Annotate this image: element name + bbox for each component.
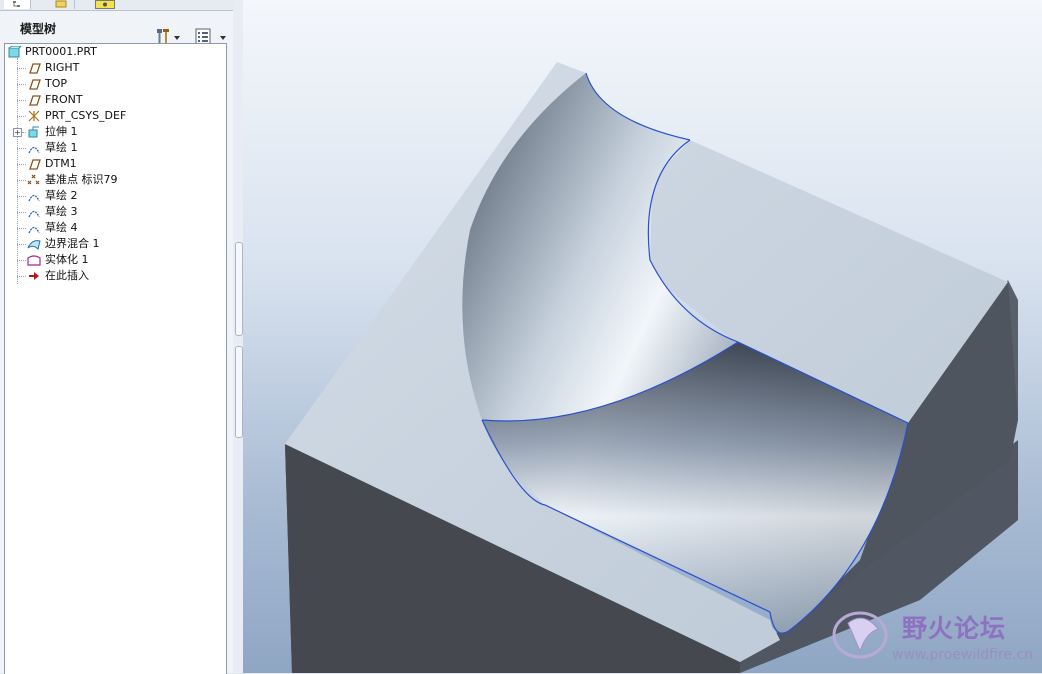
tree-connector: [17, 148, 26, 149]
tree-item-insert-here[interactable]: 在此插入: [5, 268, 225, 284]
part-icon: [8, 46, 22, 58]
tree-connector: [22, 132, 26, 133]
solidify-icon: [27, 255, 41, 266]
tree-item-sketch-1[interactable]: 草绘 1: [5, 140, 225, 156]
folder-icon: [55, 0, 67, 8]
tree-connector: [17, 276, 26, 277]
tree-item-label: DTM1: [45, 157, 77, 170]
tree-item-label: TOP: [45, 77, 68, 90]
tree-item-datum-point[interactable]: 基准点 标识79: [5, 172, 225, 188]
sketch-icon: [28, 210, 40, 218]
tab-model-tree[interactable]: [4, 0, 31, 9]
tree-item-dtm1[interactable]: DTM1: [5, 156, 225, 172]
tree-connector: [17, 228, 26, 229]
coordinate-system-icon: [28, 110, 40, 122]
boundary-blend-icon: [27, 240, 41, 250]
tree-item-front[interactable]: FRONT: [5, 92, 225, 108]
tree-item-right[interactable]: RIGHT: [5, 60, 225, 76]
tree-icon: [13, 1, 20, 7]
chevron-down-icon: [174, 36, 180, 40]
sketch-icon: [28, 226, 40, 234]
tree-connector: [17, 260, 26, 261]
expand-toggle[interactable]: +: [13, 128, 22, 137]
tree-item-label: 基准点 标识79: [45, 173, 118, 186]
panel-splitter[interactable]: [233, 0, 243, 673]
tree-connector: [17, 84, 26, 85]
navigator-tabs: [0, 0, 233, 11]
tree-connector: [17, 116, 26, 117]
splitter-grip[interactable]: [235, 346, 243, 438]
tree-item-label: 草绘 4: [45, 221, 78, 234]
model-tree: PRT0001.PRT RIGHT TOP FRONT PRT_CSYS_DEF…: [4, 43, 227, 674]
watermark-logo-icon: [832, 611, 888, 659]
tree-connector: [17, 244, 26, 245]
tree-item-label: PRT0001.PRT: [25, 45, 97, 58]
tree-item-label: 拉伸 1: [45, 125, 78, 138]
tree-item-boundary-blend[interactable]: 边界混合 1: [5, 236, 225, 252]
tree-item-label: 草绘 2: [45, 189, 78, 202]
splitter-grip[interactable]: [235, 242, 243, 336]
tree-item-top[interactable]: TOP: [5, 76, 225, 92]
sketch-icon: [28, 146, 40, 154]
tree-item-extrude[interactable]: + 拉伸 1: [5, 124, 225, 140]
tree-connector: [17, 180, 26, 181]
favorites-icon: [103, 2, 107, 7]
tab-favorites[interactable]: [95, 0, 115, 9]
tab-folder[interactable]: [48, 0, 75, 9]
tree-item-label: 草绘 3: [45, 205, 78, 218]
tree-item-sketch-3[interactable]: 草绘 3: [5, 204, 225, 220]
datum-plane-icon: [29, 95, 41, 106]
tree-item-label: RIGHT: [45, 61, 80, 74]
model-3d-view[interactable]: [243, 0, 1042, 673]
tree-item-label: 实体化 1: [45, 253, 89, 266]
graphics-viewport[interactable]: [243, 0, 1042, 673]
chevron-down-icon: [220, 36, 226, 40]
extrude-icon: [28, 126, 39, 138]
tree-connector: [17, 68, 26, 69]
insert-here-arrow-icon: [29, 272, 39, 280]
watermark-title: 野火论坛: [902, 614, 1007, 643]
datum-plane-icon: [29, 79, 41, 90]
watermark-url: www.proewildfire.cn: [892, 647, 1034, 663]
watermark: 野火论坛 www.proewildfire.cn: [830, 603, 1042, 669]
tree-item-csys[interactable]: PRT_CSYS_DEF: [5, 108, 225, 124]
tree-item-part[interactable]: PRT0001.PRT: [5, 44, 225, 60]
tree-header: 模型树: [0, 11, 233, 46]
datum-plane-icon: [29, 63, 41, 74]
tree-connector: [17, 100, 26, 101]
datum-plane-icon: [29, 159, 41, 170]
tree-item-label: 草绘 1: [45, 141, 78, 154]
tree-connector: [17, 164, 26, 165]
datum-point-icon: [27, 174, 40, 185]
tree-item-label: 在此插入: [45, 269, 89, 282]
tree-connector: [17, 196, 26, 197]
tree-item-label: FRONT: [45, 93, 83, 106]
tree-item-label: PRT_CSYS_DEF: [45, 109, 127, 122]
sketch-icon: [28, 194, 40, 202]
panel-title: 模型树: [20, 22, 57, 36]
tree-item-label: 边界混合 1: [45, 237, 100, 250]
model-tree-panel: 模型树 PRT0001.PRT RIGHT TOP FRONT PRT_CSYS…: [0, 0, 233, 674]
tree-item-solidify[interactable]: 实体化 1: [5, 252, 225, 268]
tree-connector: [17, 212, 26, 213]
tree-item-sketch-4[interactable]: 草绘 4: [5, 220, 225, 236]
tree-item-sketch-2[interactable]: 草绘 2: [5, 188, 225, 204]
